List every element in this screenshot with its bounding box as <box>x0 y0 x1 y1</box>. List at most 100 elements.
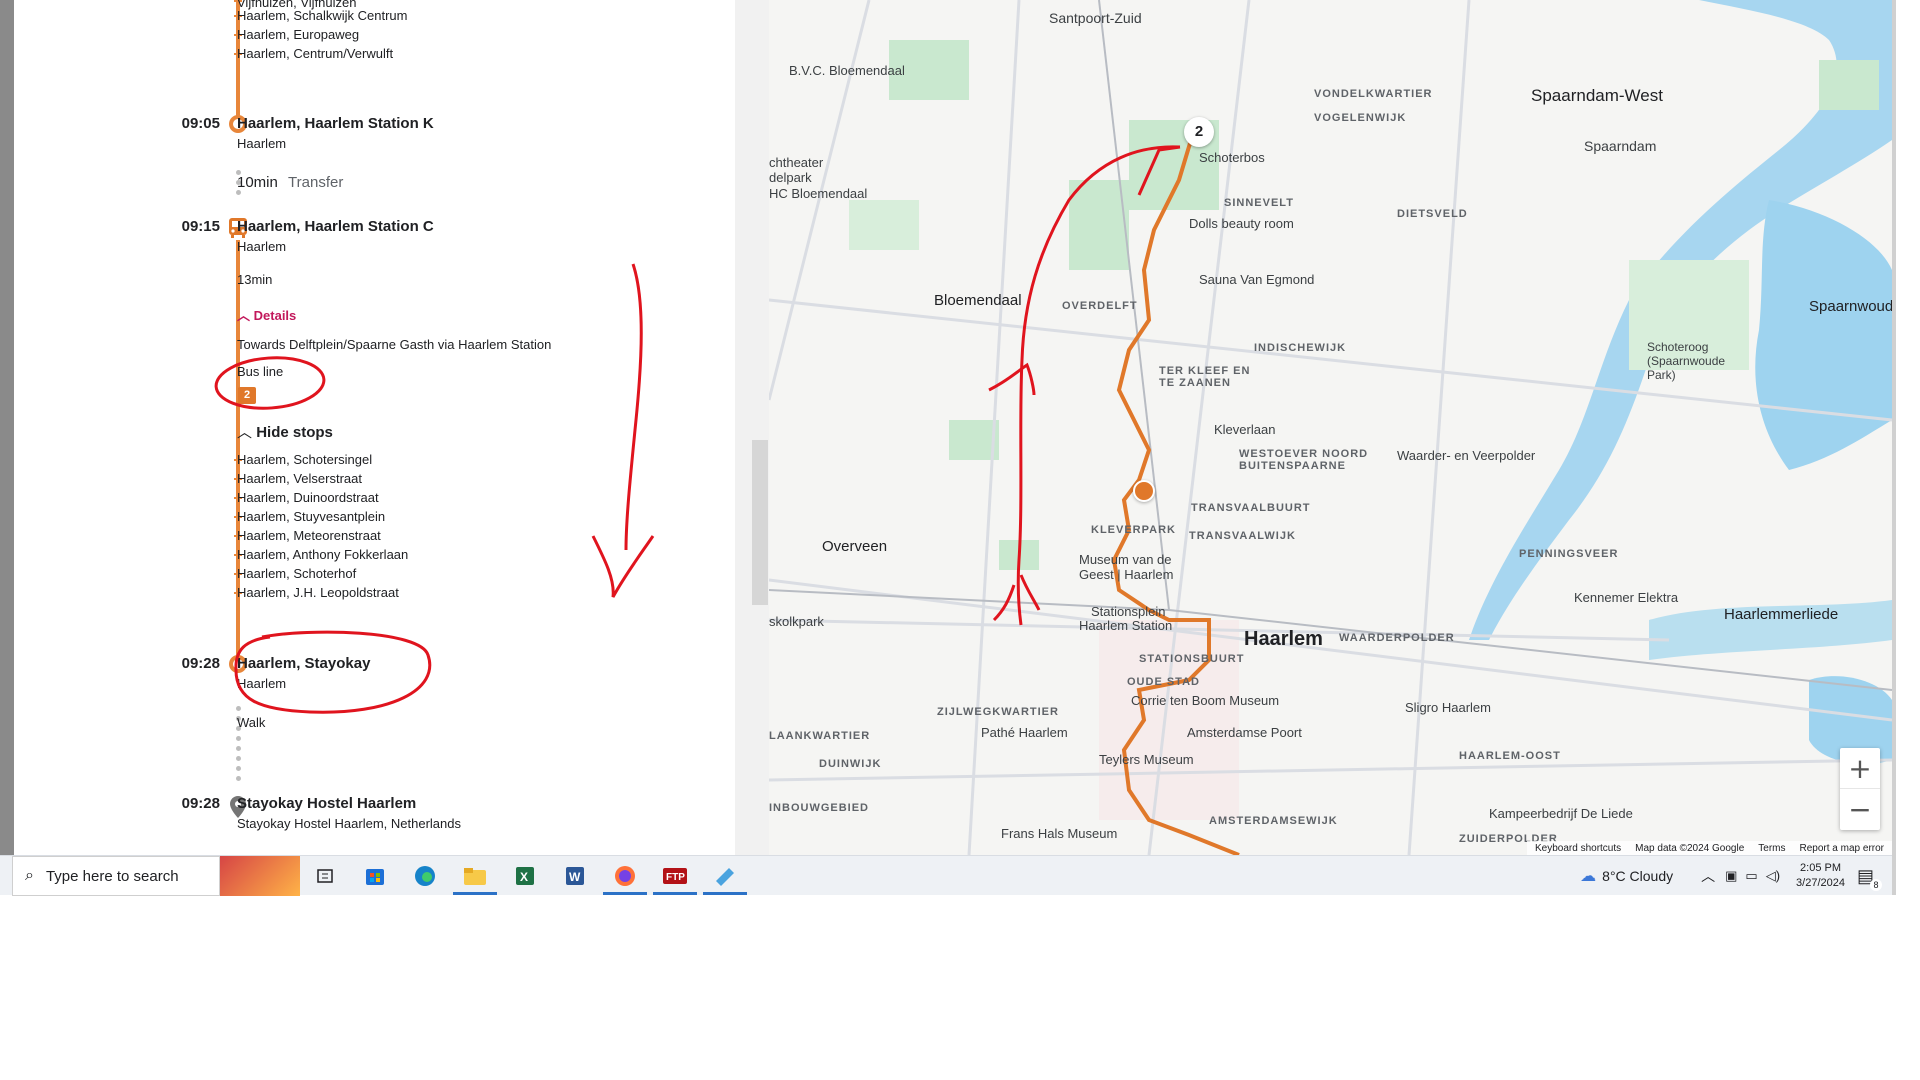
district-label: DUINWIJK <box>819 758 882 770</box>
district-label: VOGELENWIJK <box>1314 112 1407 124</box>
place-label: Spaarnwoude <box>1809 298 1892 315</box>
map-canvas <box>769 0 1892 855</box>
poi-label: skolkpark <box>769 614 824 629</box>
search-highlight-icon[interactable] <box>220 856 300 896</box>
city-label: Haarlem <box>1244 628 1323 650</box>
annotation-arrowhead <box>591 535 655 598</box>
place-label: Overveen <box>822 538 888 555</box>
terms-link[interactable]: Terms <box>1758 843 1785 854</box>
water-lake <box>1755 200 1892 470</box>
weather-icon[interactable]: ☁ <box>1580 866 1596 886</box>
district-label: AMSTERDAMSEWIJK <box>1209 815 1338 827</box>
report-error-link[interactable]: Report a map error <box>1800 843 1884 854</box>
taskbar: ⌕ Type here to search X W FTP ☁ 8°C Clou… <box>0 855 1892 896</box>
poi-label: Dolls beauty room <box>1189 216 1294 231</box>
store-icon[interactable] <box>360 862 390 890</box>
edge-icon[interactable] <box>410 862 440 890</box>
map-data-attribution: Map data ©2024 Google <box>1635 842 1745 854</box>
district-label: WESTOEVER NOORD BUITENSPAARNE <box>1239 448 1369 472</box>
place-label: Spaarndam-West <box>1531 86 1663 105</box>
panel-divider <box>735 0 769 855</box>
task-view-icon[interactable] <box>310 862 340 890</box>
chevron-up-icon[interactable]: ︿ <box>1701 866 1715 886</box>
file-explorer-icon[interactable] <box>460 862 490 890</box>
place-label: Spaarndam <box>1584 138 1657 154</box>
district-label: PENNINGSVEER <box>1519 548 1619 560</box>
park <box>1069 180 1129 270</box>
annotation-circle-stayokay <box>234 630 432 714</box>
poi-label: Amsterdamse Poort <box>1187 725 1302 740</box>
poi-label: Kampeerbedrijf De Liede <box>1489 806 1633 821</box>
route-marker-2[interactable]: 2 <box>1184 117 1214 147</box>
zoom-in-button[interactable]: + <box>1840 748 1880 789</box>
district-label: LAANKWARTIER <box>769 730 871 742</box>
district-label: TER KLEEF EN TE ZAANEN <box>1159 365 1251 389</box>
active-indicator <box>703 892 747 895</box>
poi-label: Haarlem Station <box>1079 618 1173 633</box>
district-label: INBOUWGEBIED <box>769 802 869 814</box>
poi-label: HC Bloemendaal <box>769 186 868 201</box>
svg-text:FTP: FTP <box>666 872 685 883</box>
poi-label: Corrie ten Boom Museum <box>1131 693 1280 708</box>
taskbar-search[interactable]: ⌕ Type here to search <box>12 856 220 896</box>
poi-label: Teylers Museum <box>1099 752 1194 767</box>
district-label: ZIJLWEGKWARTIER <box>937 706 1059 718</box>
poi-label: delpark <box>769 170 812 185</box>
poi-label: Museum van de Geest | Haarlem <box>1079 552 1174 582</box>
district-label: TRANSVAALBUURT <box>1191 502 1311 514</box>
keyboard-shortcuts-link[interactable]: Keyboard shortcuts <box>1535 843 1621 854</box>
volume-icon[interactable]: ◁) <box>1766 868 1780 884</box>
place-label: Santpoort-Zuid <box>1049 10 1142 26</box>
park <box>849 200 919 250</box>
district-label: OVERDELFT <box>1062 300 1138 312</box>
active-indicator <box>653 892 697 895</box>
map-footer: Keyboard shortcuts Map data ©2024 Google… <box>1526 841 1892 855</box>
bus-stop-marker-icon[interactable] <box>1133 480 1155 502</box>
zoom-out-button[interactable]: − <box>1840 789 1880 830</box>
network-icon[interactable]: ▭ <box>1745 868 1757 884</box>
svg-text:W: W <box>569 870 581 884</box>
district-label: WAARDERPOLDER <box>1339 632 1455 644</box>
search-icon: ⌕ <box>25 867 34 884</box>
roads <box>769 0 1892 855</box>
district-label: VONDELKWARTIER <box>1314 88 1433 100</box>
district-label: TRANSVAALWIJK <box>1189 530 1296 542</box>
poi-label: Schoteroog (Spaarnwoude Park) <box>1647 340 1726 382</box>
clock-date: 3/27/2024 <box>1796 877 1845 889</box>
clock[interactable]: 2:05 PM 3/27/2024 <box>1796 861 1845 891</box>
ftp-icon[interactable]: FTP <box>660 862 690 890</box>
poi-label: Schoterbos <box>1199 150 1265 165</box>
directions-panel: Vijfhuizen, Vijfhuizen Haarlem, Schalkwi… <box>30 0 735 855</box>
window-edge <box>0 0 14 860</box>
word-icon[interactable]: W <box>560 862 590 890</box>
panel-scrollbar[interactable] <box>752 440 768 605</box>
search-placeholder: Type here to search <box>45 867 179 885</box>
active-indicator <box>453 892 497 895</box>
excel-icon[interactable]: X <box>510 862 540 890</box>
annotation-layer <box>214 263 655 714</box>
snipping-tool-icon[interactable] <box>710 862 740 890</box>
district-label: OUDE STAD <box>1127 676 1200 688</box>
active-indicator <box>603 892 647 895</box>
svg-text:X: X <box>520 870 528 884</box>
district-label: KLEVERPARK <box>1091 524 1176 536</box>
district-label: SINNEVELT <box>1224 197 1294 209</box>
annotation-arrow-down <box>624 263 643 551</box>
weather-text[interactable]: 8°C Cloudy <box>1602 868 1673 884</box>
poi-label: Kennemer Elektra <box>1574 590 1679 605</box>
notification-count: 8 <box>1870 878 1882 891</box>
poi-label: Sauna Van Egmond <box>1199 272 1315 287</box>
firefox-icon[interactable] <box>610 862 640 890</box>
poi-label: Waarder- en Veerpolder <box>1397 448 1536 463</box>
window-edge-right <box>1892 0 1896 895</box>
district-label: DIETSVELD <box>1397 208 1468 220</box>
poi-label: chtheater <box>769 155 824 170</box>
meet-now-icon[interactable]: ▣ <box>1725 868 1737 884</box>
poi-label: Sligro Haarlem <box>1405 700 1491 715</box>
map-view[interactable]: 2 Santpoort-Zuid B.V.C. Bloemendaal chth… <box>769 0 1892 855</box>
notifications-icon[interactable]: ▤ 8 <box>1857 866 1882 891</box>
poi-label: Pathé Haarlem <box>981 725 1068 740</box>
district-label: STATIONSBUURT <box>1139 653 1245 665</box>
district-label: INDISCHEWIJK <box>1254 342 1347 354</box>
park <box>1819 60 1879 110</box>
